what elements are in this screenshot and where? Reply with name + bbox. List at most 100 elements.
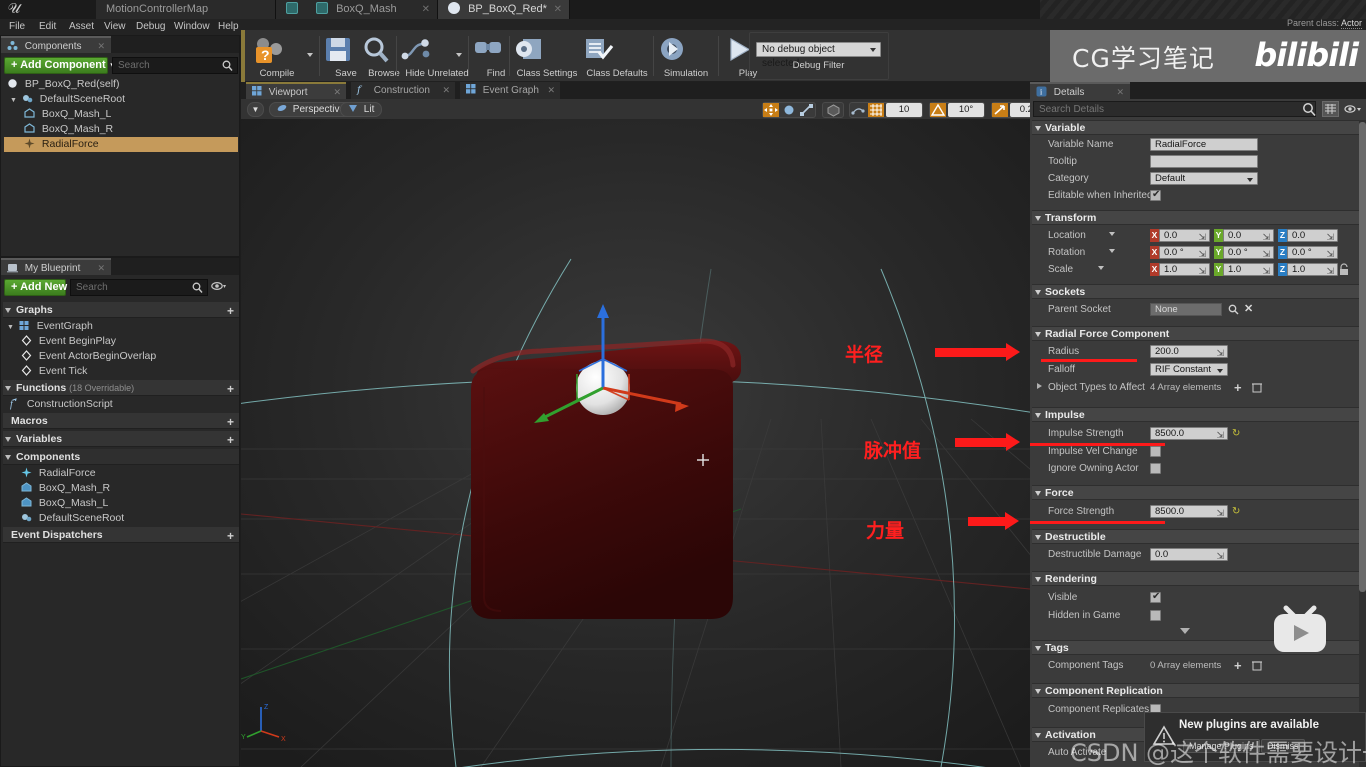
expand-rendering-advanced-button[interactable] (1180, 628, 1190, 634)
scale-snap-toggle[interactable] (992, 103, 1008, 117)
input-force-strength[interactable]: 8500.0 ⇲ (1150, 505, 1228, 518)
input-destructible-damage[interactable]: 0.0 ⇲ (1150, 548, 1228, 561)
combo-falloff[interactable]: RIF Constant (1150, 363, 1228, 376)
close-icon[interactable]: ✕ (97, 260, 105, 277)
close-icon[interactable]: ✕ (442, 82, 450, 99)
tab-viewport[interactable]: Viewport ✕ (246, 82, 346, 99)
details-search-input[interactable]: Search Details (1033, 101, 1316, 117)
tab-details[interactable]: i Details ✕ (1030, 82, 1130, 99)
mb-component-defaultsceneroot[interactable]: DefaultSceneRoot (5, 511, 237, 526)
delete-array-icon[interactable] (1252, 382, 1262, 393)
add-variable-button[interactable]: + (227, 432, 234, 448)
expand-icon[interactable]: ⇲ (1262, 265, 1270, 277)
hide-unrelated-dropdown-icon[interactable] (456, 53, 462, 57)
menu-edit[interactable]: Edit (32, 19, 63, 35)
expand-arrow-icon[interactable] (1037, 383, 1042, 389)
section-macros[interactable]: Macros + (3, 413, 239, 429)
add-function-button[interactable]: + (227, 381, 234, 397)
location-y[interactable]: Y 0.0 ⇲ (1214, 229, 1274, 242)
menu-asset[interactable]: Asset (62, 19, 101, 35)
details-section-force[interactable]: Force (1032, 485, 1364, 500)
input-rotation-x[interactable]: 0.0 ° ⇲ (1159, 246, 1210, 259)
location-options-icon[interactable] (1109, 232, 1115, 236)
details-section-rendering[interactable]: Rendering (1032, 571, 1364, 586)
details-section-destructible[interactable]: Destructible (1032, 529, 1364, 544)
class-defaults-button[interactable]: Class Defaults (583, 32, 651, 80)
input-tooltip[interactable] (1150, 155, 1258, 168)
input-variable-name[interactable]: RadialForce (1150, 138, 1258, 151)
add-event-dispatcher-button[interactable]: + (227, 528, 234, 544)
expand-icon[interactable]: ⇲ (1216, 347, 1224, 359)
checkbox-impulse-vel-change[interactable] (1150, 446, 1161, 457)
grid-snap-toggle[interactable] (868, 103, 884, 117)
debug-object-select[interactable]: No debug object selected (756, 42, 881, 69)
visibility-options-button[interactable] (211, 280, 227, 293)
components-search-input[interactable]: Search (112, 57, 238, 74)
location-z[interactable]: Z 0.0 ⇲ (1278, 229, 1338, 242)
close-icon[interactable]: ✕ (97, 38, 105, 55)
translate-mode-button[interactable] (763, 103, 779, 117)
close-icon[interactable]: ✕ (422, 0, 430, 19)
window-tab-3[interactable]: BP_BoxQ_Red* ✕ (438, 0, 570, 19)
checkbox-hidden-in-game[interactable] (1150, 610, 1161, 621)
expand-icon[interactable]: ⇲ (1326, 265, 1334, 277)
graph-item-actor-begin-overlap[interactable]: Event ActorBeginOverlap (5, 349, 237, 364)
component-row-2[interactable]: BoxQ_Mash_R (4, 122, 238, 137)
location-x[interactable]: X 0.0 ⇲ (1150, 229, 1210, 242)
rotation-x[interactable]: X 0.0 ° ⇲ (1150, 246, 1210, 259)
expand-arrow-icon[interactable]: ▼ (10, 97, 17, 104)
surface-snap-button[interactable] (850, 103, 866, 117)
tab-construction-script[interactable]: f Construction Scrip ✕ (351, 82, 455, 113)
tab-event-graph[interactable]: Event Graph ✕ (460, 82, 560, 99)
simulation-button[interactable]: Simulation (657, 32, 715, 80)
expand-icon[interactable]: ⇲ (1216, 429, 1224, 441)
input-parent-socket[interactable]: None (1150, 303, 1222, 316)
socket-search-icon[interactable] (1228, 304, 1239, 315)
hide-unrelated-button[interactable]: Hide Unrelated (399, 32, 475, 80)
class-settings-button[interactable]: Class Settings (513, 32, 581, 80)
compile-dropdown-icon[interactable] (307, 53, 313, 57)
mb-component-mash-r[interactable]: BoxQ_Mash_R (5, 481, 237, 496)
details-section-impulse[interactable]: Impulse (1032, 407, 1364, 422)
scale-mode-button[interactable] (799, 103, 815, 117)
details-grid-view-button[interactable] (1322, 101, 1339, 117)
angle-snap-toggle[interactable] (930, 103, 946, 117)
details-visibility-button[interactable] (1344, 103, 1362, 115)
menu-file[interactable]: File (2, 19, 32, 35)
tab-my-blueprint[interactable]: My Blueprint ✕ (1, 258, 111, 275)
details-scrollbar-thumb[interactable] (1359, 122, 1366, 592)
angle-snap-value[interactable]: 10° (948, 103, 984, 117)
input-location-x[interactable]: 0.0 ⇲ (1159, 229, 1210, 242)
add-tag-button[interactable]: + (1234, 658, 1242, 673)
input-scale-y[interactable]: 1.0 ⇲ (1223, 263, 1274, 276)
parent-class-value[interactable]: Actor (1340, 18, 1362, 29)
rotation-z[interactable]: Z 0.0 ° ⇲ (1278, 246, 1338, 259)
grid-snap-value[interactable]: 10 (886, 103, 922, 117)
scale-x[interactable]: X 1.0 ⇲ (1150, 263, 1210, 276)
close-icon[interactable]: ✕ (554, 0, 562, 19)
add-array-element-button[interactable]: + (1234, 380, 1242, 395)
add-macro-button[interactable]: + (227, 414, 234, 430)
lighting-mode-button[interactable]: Lit (340, 102, 383, 117)
input-scale-x[interactable]: 1.0 ⇲ (1159, 263, 1210, 276)
input-rotation-z[interactable]: 0.0 ° ⇲ (1287, 246, 1338, 259)
menu-debug[interactable]: Debug (129, 19, 172, 35)
checkbox-visible[interactable] (1150, 591, 1161, 603)
component-row-1[interactable]: BoxQ_Mash_L (4, 107, 238, 122)
mb-component-mash-l[interactable]: BoxQ_Mash_L (5, 496, 237, 511)
graph-item-eventgraph[interactable]: ▼ EventGraph (5, 319, 237, 334)
rotation-y[interactable]: Y 0.0 ° ⇲ (1214, 246, 1274, 259)
expand-icon[interactable]: ⇲ (1326, 231, 1334, 243)
section-event-dispatchers[interactable]: Event Dispatchers + (3, 527, 239, 543)
input-impulse-strength[interactable]: 8500.0 ⇲ (1150, 427, 1228, 440)
expand-icon[interactable]: ⇲ (1198, 231, 1206, 243)
details-section-component-replication[interactable]: Component Replication (1032, 683, 1364, 698)
graph-item-begin-play[interactable]: Event BeginPlay (5, 334, 237, 349)
window-tab-0[interactable]: MotionControllerMap (96, 0, 276, 19)
window-tab-2[interactable]: BoxQ_Mash ✕ (306, 0, 438, 19)
expand-icon[interactable]: ⇲ (1326, 248, 1334, 260)
function-item-construction-script[interactable]: f ConstructionScript (5, 397, 237, 412)
expand-icon[interactable]: ⇲ (1198, 248, 1206, 260)
expand-icon[interactable]: ⇲ (1216, 550, 1224, 562)
details-section-variable[interactable]: Variable (1032, 120, 1364, 135)
